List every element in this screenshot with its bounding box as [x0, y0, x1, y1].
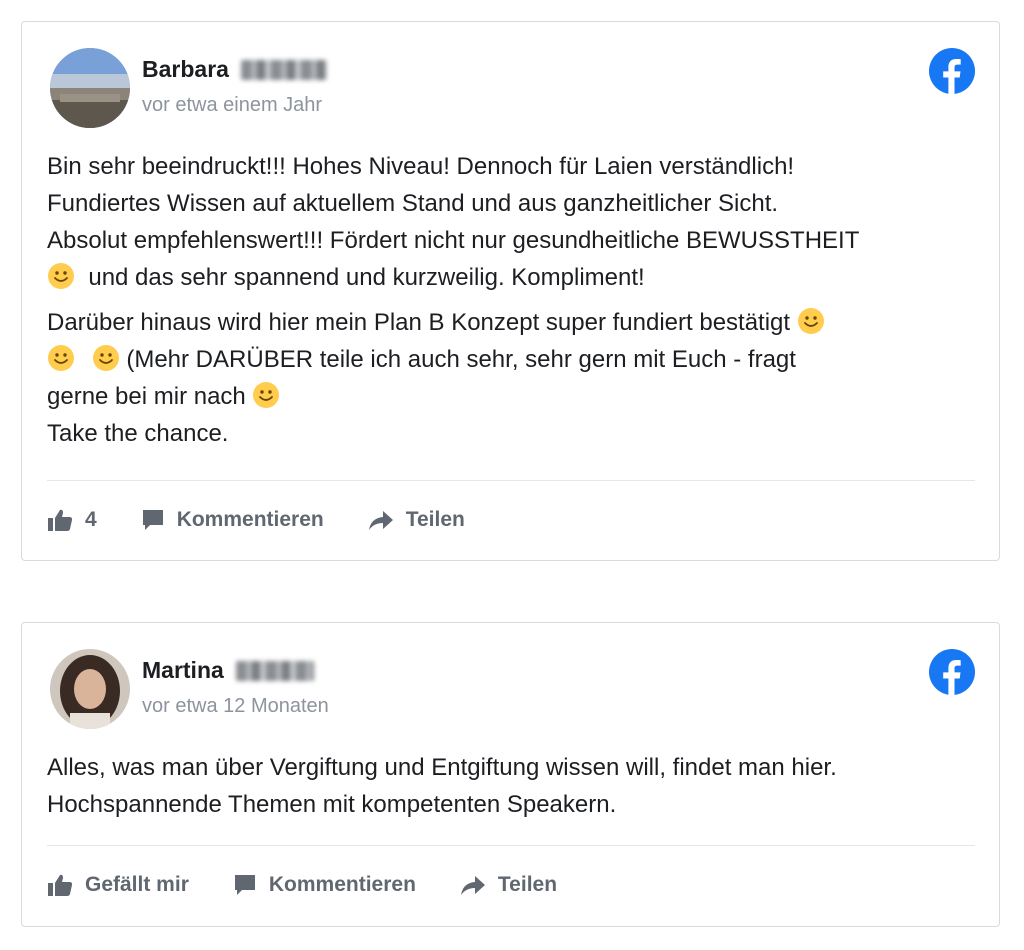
- post-timestamp[interactable]: vor etwa einem Jahr: [142, 94, 322, 117]
- smiley-emoji-icon: [48, 263, 74, 289]
- author-first-name[interactable]: Martina: [142, 657, 224, 684]
- divider: [47, 845, 975, 846]
- like-button[interactable]: 4: [47, 508, 97, 532]
- author-name[interactable]: Martina: [142, 657, 314, 684]
- post-body: Bin sehr beeindruckt!!! Hohes Niveau! De…: [47, 148, 979, 452]
- smiley-emoji-icon: [48, 345, 74, 371]
- post-text-line: Absolut empfehlenswert!!! Fördert nicht …: [47, 227, 860, 254]
- share-label: Teilen: [405, 508, 465, 531]
- comment-button[interactable]: Kommentieren: [141, 508, 324, 532]
- share-icon: [368, 511, 393, 530]
- comment-icon: [142, 510, 163, 530]
- author-first-name[interactable]: Barbara: [142, 56, 229, 83]
- smiley-emoji-icon: [797, 308, 824, 334]
- author-name[interactable]: Barbara: [142, 56, 327, 83]
- post-actions: 4 Kommentieren Teilen: [47, 508, 509, 532]
- comment-label: Kommentieren: [268, 873, 416, 896]
- review-card: Martina vor etwa 12 Monaten Alles, was m…: [21, 622, 1000, 927]
- redacted-last-name: [240, 59, 327, 80]
- post-text-line: Take the chance.: [47, 420, 229, 447]
- avatar[interactable]: [50, 48, 130, 128]
- share-icon: [460, 876, 485, 895]
- like-count: 4: [85, 508, 97, 531]
- facebook-logo-icon[interactable]: [929, 649, 975, 695]
- post-text-line: und das sehr spannend und kurzweilig. Ko…: [88, 264, 645, 291]
- post-actions: Gefällt mir Kommentieren Teilen: [47, 873, 601, 897]
- comment-label: Kommentieren: [176, 508, 324, 531]
- post-text-line: Bin sehr beeindruckt!!! Hohes Niveau! De…: [47, 153, 795, 180]
- share-label: Teilen: [497, 873, 558, 896]
- like-label: Gefällt mir: [85, 873, 189, 896]
- avatar[interactable]: [50, 649, 130, 729]
- review-card: Barbara vor etwa einem Jahr Bin sehr bee…: [21, 21, 1000, 561]
- post-text-line: gerne bei mir nach: [47, 383, 246, 410]
- divider: [47, 480, 975, 481]
- like-button[interactable]: Gefällt mir: [47, 873, 189, 897]
- redacted-last-name: [235, 660, 314, 681]
- smiley-emoji-icon: [92, 345, 119, 371]
- facebook-logo-icon[interactable]: [929, 48, 975, 94]
- like-icon: [48, 509, 73, 531]
- post-body: Alles, was man über Vergiftung und Entgi…: [47, 749, 979, 823]
- post-text-line: Hochspannende Themen mit kompetenten Spe…: [47, 791, 617, 818]
- post-text-line: Fundiertes Wissen auf aktuellem Stand un…: [47, 190, 779, 217]
- like-icon: [48, 874, 73, 896]
- share-button[interactable]: Teilen: [368, 508, 465, 532]
- comment-button[interactable]: Kommentieren: [233, 873, 416, 897]
- post-text-line: (Mehr DARÜBER teile ich auch sehr, sehr …: [126, 346, 796, 373]
- post-timestamp[interactable]: vor etwa 12 Monaten: [142, 695, 329, 718]
- comment-icon: [234, 875, 255, 895]
- post-text-line: Alles, was man über Vergiftung und Entgi…: [47, 754, 837, 781]
- smiley-emoji-icon: [253, 382, 280, 408]
- share-button[interactable]: Teilen: [460, 873, 557, 897]
- post-text-line: Darüber hinaus wird hier mein Plan B Kon…: [47, 309, 791, 336]
